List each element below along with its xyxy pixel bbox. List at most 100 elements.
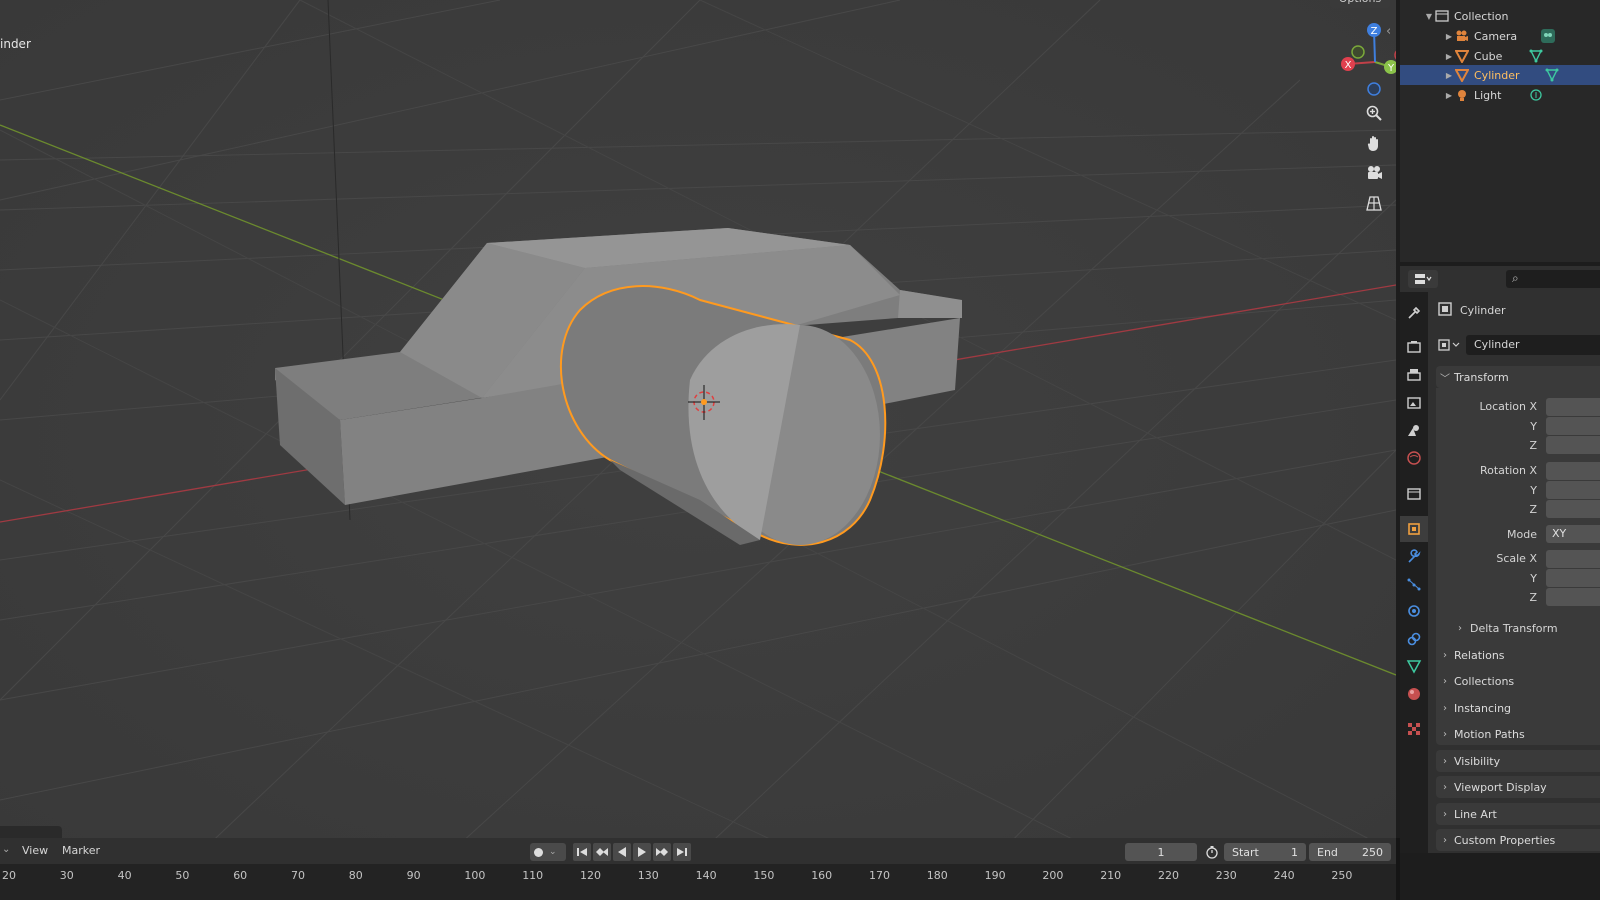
panel-relations[interactable]: › Relations [1436,644,1600,666]
tab-collection[interactable] [1400,481,1428,507]
expand-arrow-icon[interactable]: ▶ [1444,91,1454,100]
location-z-field[interactable] [1546,436,1600,454]
location-x-field[interactable] [1546,398,1600,416]
particles-icon [1407,578,1421,591]
expand-arrow-icon[interactable]: ▶ [1444,32,1454,41]
mesh-data-icon[interactable] [1528,48,1544,64]
chevron-right-icon: › [1443,755,1447,767]
jump-keyframe-forward-button[interactable] [653,843,671,861]
perspective-grid-icon[interactable] [1361,190,1387,216]
physics-icon [1408,605,1420,617]
tab-constraints[interactable] [1400,626,1428,652]
tab-render[interactable] [1400,334,1428,360]
keying-button[interactable]: ⌄ [530,843,566,861]
panel-viewport-display[interactable]: › Viewport Display [1436,776,1600,798]
timeline-ruler[interactable]: 20 30 40 50 60 70 80 90 100 110 120 130 140 150 160 170… [0,864,1396,900]
search-icon: ⌕ [1512,271,1519,285]
ruler-tick: 200 [1042,869,1064,882]
light-data-icon[interactable] [1528,87,1544,103]
camera-view-icon[interactable] [1361,160,1387,186]
tab-physics[interactable] [1400,598,1428,624]
jump-keyframe-back-button[interactable] [593,843,611,861]
scale-z-field[interactable] [1546,588,1600,606]
tab-modifiers[interactable] [1400,544,1428,570]
scene-render[interactable] [0,0,1396,853]
chevron-right-icon: › [1443,808,1447,820]
tab-world[interactable] [1400,445,1428,471]
panel-visibility[interactable]: › Visibility [1436,750,1600,772]
ruler-tick: 20 [2,869,16,882]
expand-arrow-icon[interactable]: ▶ [1444,52,1454,61]
ruler-tick: 250 [1331,869,1353,882]
object-browse-icon[interactable] [1438,335,1466,355]
scale-x-field[interactable] [1546,550,1600,568]
play-icon [638,847,646,857]
start-frame-field[interactable]: Start 1 [1224,843,1306,861]
panel-transform[interactable]: ﹀ Transform [1436,366,1600,388]
tab-view-layer[interactable] [1400,390,1428,416]
outliner-item-cylinder[interactable]: ▶ Cylinder [1400,65,1600,85]
current-frame-field[interactable]: 1 [1125,843,1197,861]
expand-arrow-icon[interactable]: ▼ [1424,12,1434,21]
play-button[interactable] [633,843,651,861]
camera-icon [1454,28,1470,44]
chevron-down-icon: ⌄ [549,847,557,857]
editor-type-icon[interactable] [1408,270,1438,288]
ruler-tick: 140 [695,869,717,882]
mesh-data-icon[interactable] [1544,67,1560,83]
wrench-icon [1408,549,1421,563]
ruler-tick: 80 [348,869,363,882]
outliner-collection-row[interactable]: ▼ Collection [1400,6,1600,26]
tab-object[interactable] [1400,516,1428,542]
stopwatch-icon[interactable] [1203,843,1221,861]
play-reverse-icon [618,847,626,857]
3d-viewport[interactable]: inder Options Z X Y ‹ [0,0,1396,853]
view-menu[interactable]: View [22,844,48,857]
tab-data[interactable] [1400,653,1428,679]
pan-hand-icon[interactable] [1361,130,1387,156]
expand-arrow-icon[interactable]: ▶ [1444,71,1454,80]
jump-start-button[interactable] [573,843,591,861]
texture-icon [1408,723,1420,735]
tab-texture[interactable] [1400,716,1428,742]
object-name-field[interactable]: Cylinder [1466,335,1600,355]
panel-delta-transform[interactable]: › Delta Transform [1450,618,1600,638]
location-y-field[interactable] [1546,417,1600,435]
panel-custom-properties[interactable]: › Custom Properties [1436,829,1600,851]
chevron-down-icon[interactable]: ⌄ [2,844,10,855]
tab-scene[interactable] [1400,417,1428,443]
outliner[interactable]: ▼ Collection ▶ Camera ▶ Cube ▶ Cylinder … [1400,0,1600,262]
outliner-item-cube[interactable]: ▶ Cube [1400,46,1600,66]
properties-tabs[interactable] [1400,292,1428,853]
zoom-icon[interactable] [1361,100,1387,126]
tab-output[interactable] [1400,362,1428,388]
outliner-item-camera[interactable]: ▶ Camera [1400,26,1600,46]
tab-tool[interactable] [1400,300,1428,326]
view-layer-icon [1407,397,1421,409]
collapse-chevron-icon[interactable]: ‹ [1386,24,1391,39]
panel-motion-paths[interactable]: › Motion Paths [1436,723,1600,745]
tab-material[interactable] [1400,681,1428,707]
marker-menu[interactable]: Marker [62,844,100,857]
rotation-mode-select[interactable]: XY [1546,525,1600,543]
rotation-z-field[interactable] [1546,500,1600,518]
ruler-tick: 210 [1100,869,1122,882]
tab-particles[interactable] [1400,571,1428,597]
properties-search-input[interactable]: ⌕ [1506,270,1600,288]
play-reverse-button[interactable] [613,843,631,861]
object-name-overlay: inder [0,37,31,51]
panel-collections[interactable]: › Collections [1436,670,1600,692]
options-button[interactable]: Options [1330,0,1390,8]
outliner-item-light[interactable]: ▶ Light [1400,85,1600,105]
camera-data-icon[interactable] [1540,28,1556,44]
rotation-y-field[interactable] [1546,481,1600,499]
scale-y-field[interactable] [1546,569,1600,587]
location-z-label: Z [1529,439,1537,452]
rotation-z-label: Z [1529,503,1537,516]
jump-end-button[interactable] [673,843,691,861]
rotation-x-field[interactable] [1546,462,1600,480]
panel-line-art[interactable]: › Line Art [1436,803,1600,825]
panel-instancing[interactable]: › Instancing [1436,697,1600,719]
end-frame-field[interactable]: End 250 [1309,843,1391,861]
object-icon [1408,523,1420,535]
